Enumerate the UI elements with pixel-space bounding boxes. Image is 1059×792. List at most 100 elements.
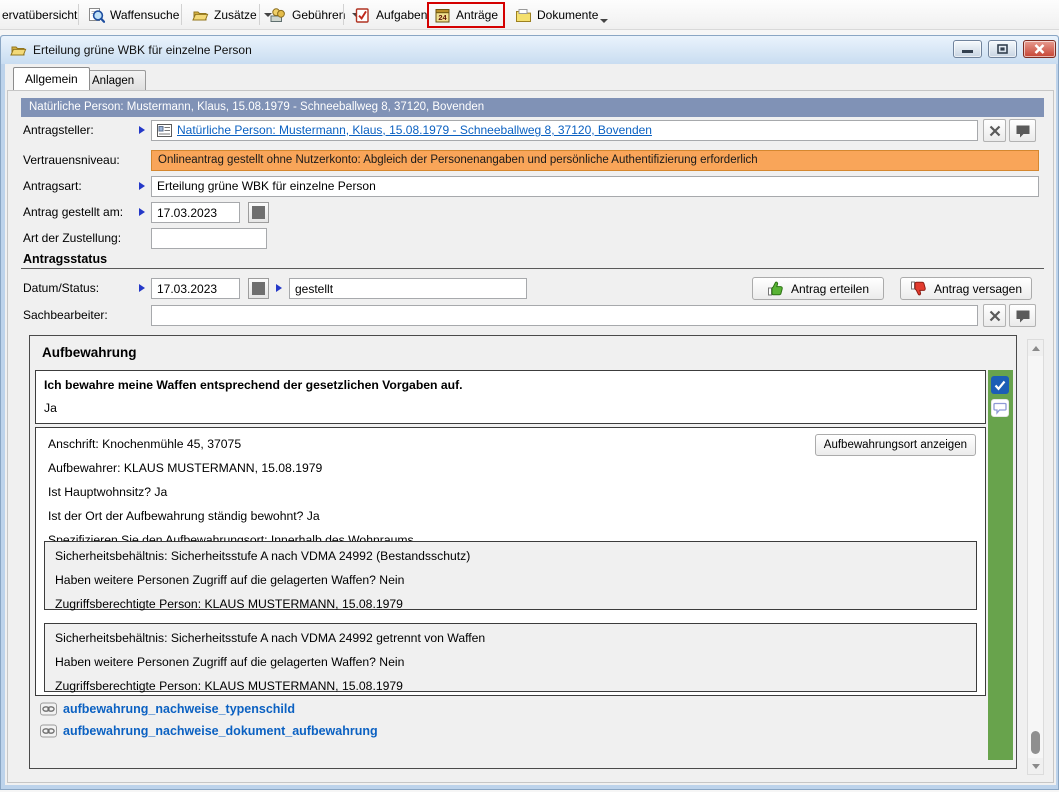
toolbar-label: Aufgaben xyxy=(376,8,427,22)
toolbar-item-zusaetze[interactable]: Zusätze xyxy=(188,2,276,28)
sachbearbeiter-label: Sachbearbeiter: xyxy=(23,305,108,326)
security-line: Haben weitere Personen Zugriff auf die g… xyxy=(55,655,404,669)
sachbearbeiter-input[interactable] xyxy=(151,305,978,326)
tab-anlagen[interactable]: Anlagen xyxy=(80,70,146,90)
comment-icon xyxy=(1015,124,1031,138)
tab-allgemein[interactable]: Allgemein xyxy=(13,67,90,90)
restore-button[interactable] xyxy=(988,40,1017,58)
toolbar-item-aufgaben[interactable]: Aufgaben xyxy=(350,2,431,28)
art-der-zustellung-input[interactable] xyxy=(151,228,267,249)
date-picker-button[interactable] xyxy=(248,202,269,223)
status-date-input[interactable] xyxy=(151,278,240,299)
status-input[interactable] xyxy=(289,278,527,299)
antragsteller-label: Antragsteller: xyxy=(23,120,94,141)
storage-question: Ich bewahre meine Waffen entsprechend de… xyxy=(44,378,463,392)
required-arrow-icon xyxy=(139,284,145,292)
storage-detail-line: Anschrift: Knochenmühle 45, 37075 xyxy=(48,437,241,451)
storage-comment-button[interactable] xyxy=(991,399,1009,417)
calendar-24-icon: 24 xyxy=(434,7,451,24)
toolbar-separator xyxy=(78,4,79,25)
storage-detail-line: Ist der Ort der Aufbewahrung ständig bew… xyxy=(48,509,320,523)
toolbar-item-reservatuebersicht[interactable]: ervatübersicht xyxy=(0,2,81,28)
clear-sachbearbeiter-button[interactable] xyxy=(983,304,1006,327)
toolbar-label: Anträge xyxy=(456,8,498,22)
close-icon xyxy=(1034,44,1045,54)
toolbar-separator xyxy=(259,4,260,25)
toolbar-overflow-button[interactable] xyxy=(594,8,612,34)
status-date-picker-button[interactable] xyxy=(248,278,269,299)
toolbar-separator xyxy=(343,4,344,25)
storage-detail-line: Ist Hauptwohnsitz? Ja xyxy=(48,485,167,499)
antrag-gestellt-am-input[interactable] xyxy=(151,202,240,223)
clear-antragsteller-button[interactable] xyxy=(983,119,1006,142)
aufbewahrungsort-anzeigen-button[interactable]: Aufbewahrungsort anzeigen xyxy=(815,434,976,456)
required-arrow-icon xyxy=(139,182,145,190)
toolbar-label: ervatübersicht xyxy=(2,8,77,22)
application-window: Erteilung grüne WBK für einzelne Person … xyxy=(0,35,1059,790)
attachment-link[interactable]: aufbewahrung_nachweise_dokument_aufbewah… xyxy=(63,724,378,738)
scroll-down-button[interactable] xyxy=(1028,758,1043,774)
restore-icon xyxy=(997,44,1008,54)
toolbar-item-dokumente[interactable]: Dokumente xyxy=(511,2,602,28)
toolbar-separator xyxy=(181,4,182,25)
scroll-up-button[interactable] xyxy=(1028,340,1043,356)
toolbar-item-waffensuche[interactable]: Waffensuche xyxy=(84,2,183,28)
required-arrow-icon xyxy=(139,126,145,134)
attachment-row: aufbewahrung_nachweise_dokument_aufbewah… xyxy=(40,724,378,738)
speech-bubble-icon xyxy=(993,402,1007,415)
person-card-icon xyxy=(157,124,172,137)
antrag-versagen-button[interactable]: Antrag versagen xyxy=(900,277,1032,300)
clear-x-icon xyxy=(989,310,1001,322)
storage-status-bar xyxy=(988,370,1013,760)
required-arrow-icon xyxy=(276,284,282,292)
toolbar-label: Zusätze xyxy=(214,8,257,22)
vertrauensniveau-label: Vertrauensniveau: xyxy=(23,150,120,171)
art-der-zustellung-label: Art der Zustellung: xyxy=(23,228,121,249)
storage-answer: Ja xyxy=(44,401,57,415)
window-folder-icon xyxy=(10,42,27,59)
antragsart-label: Antragsart: xyxy=(23,176,82,197)
sachbearbeiter-comment-button[interactable] xyxy=(1009,304,1036,327)
chevron-down-icon xyxy=(600,19,608,23)
folder-open-icon xyxy=(192,7,209,24)
thumbs-down-icon xyxy=(910,280,927,297)
toolbar-item-antraege[interactable]: 24 Anträge xyxy=(427,2,505,28)
window-body: Allgemein Anlagen Natürliche Person: Mus… xyxy=(5,64,1056,785)
security-line: Haben weitere Personen Zugriff auf die g… xyxy=(55,573,404,587)
tab-page-allgemein: Natürliche Person: Mustermann, Klaus, 15… xyxy=(7,90,1054,783)
antragsteller-comment-button[interactable] xyxy=(1009,119,1036,142)
close-button[interactable] xyxy=(1023,40,1056,58)
attachment-link-icon xyxy=(40,724,57,738)
tab-label: Allgemein xyxy=(25,72,78,86)
required-arrow-icon xyxy=(139,208,145,216)
toolbar-label: Gebühren xyxy=(292,8,345,22)
antrag-erteilen-button[interactable]: Antrag erteilen xyxy=(752,277,884,300)
aufbewahrung-title: Aufbewahrung xyxy=(42,345,137,360)
security-line: Zugriffsberechtigte Person: KLAUS MUSTER… xyxy=(55,597,403,611)
date-picker-icon xyxy=(252,206,265,219)
security-line: Sicherheitsbehältnis: Sicherheitsstufe A… xyxy=(55,549,470,563)
thumbs-up-icon xyxy=(767,280,784,297)
section-divider xyxy=(21,268,1044,269)
storage-details-box: Anschrift: Knochenmühle 45, 37075 Aufbew… xyxy=(35,427,986,696)
antragsart-field[interactable]: Erteilung grüne WBK für einzelne Person xyxy=(151,176,1039,197)
button-label: Antrag erteilen xyxy=(791,282,869,296)
svg-text:24: 24 xyxy=(438,13,447,22)
security-line: Zugriffsberechtigte Person: KLAUS MUSTER… xyxy=(55,679,403,693)
aufbewahrung-panel: Aufbewahrung Ich bewahre meine Waffen en… xyxy=(29,335,1017,769)
antragsteller-field[interactable]: Natürliche Person: Mustermann, Klaus, 15… xyxy=(151,120,978,141)
security-container-box: Sicherheitsbehältnis: Sicherheitsstufe A… xyxy=(44,623,977,692)
attachment-link[interactable]: aufbewahrung_nachweise_typenschild xyxy=(63,702,295,716)
clear-x-icon xyxy=(989,125,1001,137)
tab-label: Anlagen xyxy=(92,75,134,87)
scrollbar-thumb[interactable] xyxy=(1031,731,1040,754)
vertical-scrollbar[interactable] xyxy=(1027,339,1044,775)
window-title: Erteilung grüne WBK für einzelne Person xyxy=(33,43,252,57)
task-check-icon xyxy=(354,7,371,24)
storage-approved-checkbox[interactable] xyxy=(991,376,1009,394)
window-titlebar[interactable]: Erteilung grüne WBK für einzelne Person xyxy=(1,36,1058,64)
toolbar-label: Waffensuche xyxy=(110,8,179,22)
antragsteller-link[interactable]: Natürliche Person: Mustermann, Klaus, 15… xyxy=(177,121,652,140)
checkmark-icon xyxy=(994,380,1006,391)
minimize-button[interactable] xyxy=(953,40,982,58)
